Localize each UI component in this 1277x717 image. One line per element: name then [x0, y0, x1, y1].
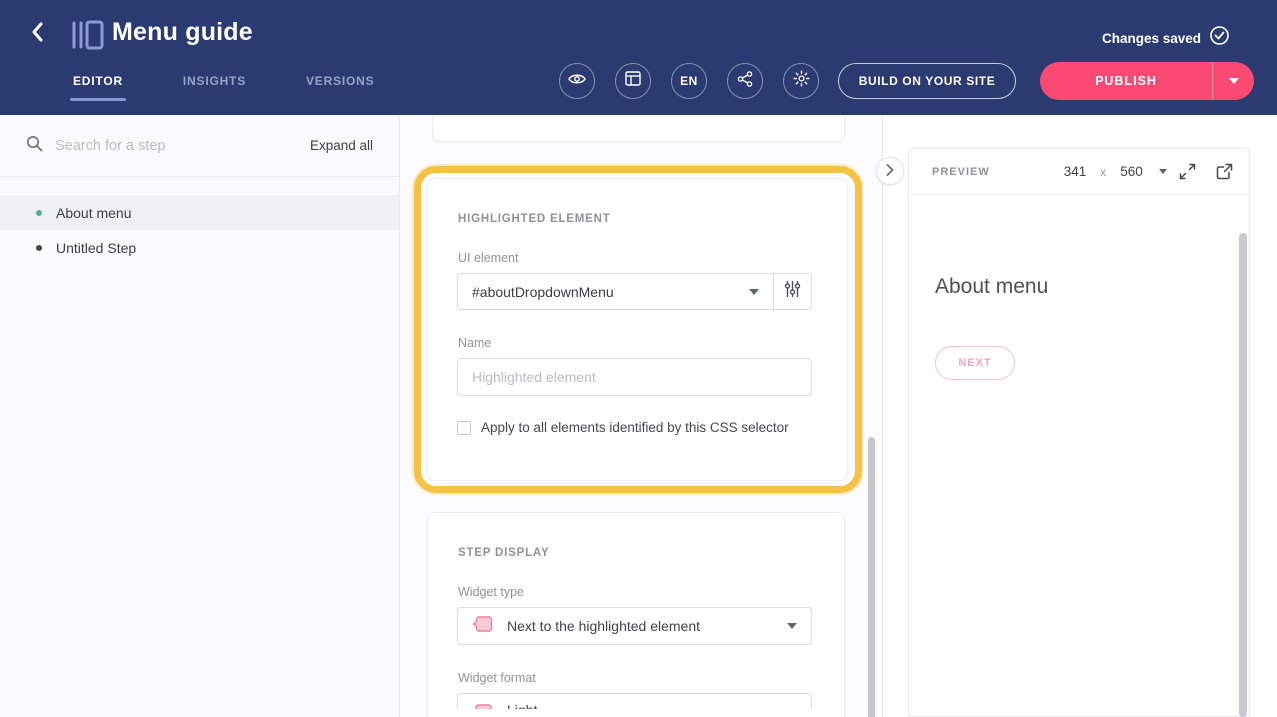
step-label: About menu — [56, 205, 132, 221]
app-window: Menu guide Changes saved EDITOR INSIGHTS… — [0, 0, 1277, 717]
header: Menu guide Changes saved EDITOR INSIGHTS… — [0, 0, 1277, 115]
save-status: Changes saved — [1102, 25, 1230, 51]
previous-settings-card-partial — [432, 115, 845, 142]
preview-step-title: About menu — [935, 275, 1048, 299]
expand-all-link[interactable]: Expand all — [310, 138, 373, 153]
next-button-label: NEXT — [958, 357, 991, 369]
back-button[interactable] — [26, 22, 50, 46]
layout-icon — [625, 71, 641, 91]
highlighted-element-card: HIGHLIGHTED ELEMENT UI element #aboutDro… — [427, 178, 848, 481]
tab-editor[interactable]: EDITOR — [70, 64, 126, 101]
step-search-input[interactable] — [55, 138, 310, 154]
apply-all-label: Apply to all elements identified by this… — [481, 420, 789, 435]
share-icon — [737, 71, 753, 92]
highlighted-element-card-highlight: HIGHLIGHTED ELEMENT UI element #aboutDro… — [414, 166, 862, 493]
preview-size-separator: x — [1100, 165, 1106, 179]
widget-type-select[interactable]: Next to the highlighted element — [457, 607, 812, 645]
step-item-untitled-step[interactable]: Untitled Step — [0, 230, 399, 265]
ui-element-control: #aboutDropdownMenu — [457, 273, 812, 310]
widget-type-label: Widget type — [458, 585, 844, 599]
chevron-right-icon — [886, 164, 894, 179]
apply-all-checkbox[interactable] — [457, 421, 471, 435]
element-name-input[interactable] — [457, 358, 812, 396]
layout-button[interactable] — [615, 63, 651, 99]
eye-icon — [568, 72, 586, 91]
preview-size-dropdown[interactable]: 341 x 560 — [1064, 164, 1167, 179]
chevron-down-icon — [1159, 169, 1167, 174]
preview-height-value: 560 — [1120, 164, 1143, 179]
widget-type-value: Next to the highlighted element — [507, 618, 773, 634]
share-button[interactable] — [727, 63, 763, 99]
publish-button[interactable]: PUBLISH — [1040, 62, 1212, 100]
preview-eye-button[interactable] — [559, 63, 595, 99]
language-badge: EN — [680, 74, 698, 88]
element-picker-button[interactable] — [773, 274, 811, 309]
publish-button-group: PUBLISH — [1040, 62, 1254, 100]
expand-preview-button[interactable] — [1179, 163, 1196, 180]
chevron-left-icon — [30, 22, 46, 47]
step-settings-panel: HIGHLIGHTED ELEMENT UI element #aboutDro… — [400, 115, 882, 717]
preview-header-icons — [1179, 163, 1233, 180]
header-tabs: EDITOR INSIGHTS VERSIONS — [70, 64, 377, 101]
apply-all-row: Apply to all elements identified by this… — [457, 420, 847, 435]
chevron-down-icon — [749, 289, 759, 295]
search-icon — [26, 135, 43, 157]
language-button[interactable]: EN — [671, 63, 707, 99]
page-title: Menu guide — [112, 18, 253, 47]
preview-width-value: 341 — [1064, 164, 1087, 179]
build-button-label: BUILD ON YOUR SITE — [859, 74, 996, 88]
preview-body: About menu NEXT — [909, 195, 1249, 717]
tooltip-widget-icon — [472, 614, 493, 639]
preview-next-button[interactable]: NEXT — [935, 346, 1015, 380]
main-scrollbar-thumb[interactable] — [868, 437, 875, 717]
preview-panel-title: PREVIEW — [932, 166, 990, 178]
guide-type-columns-icon — [70, 20, 104, 50]
panel-divider — [882, 115, 883, 717]
collapse-preview-button[interactable] — [876, 157, 904, 185]
settings-button[interactable] — [783, 63, 819, 99]
ui-element-label: UI element — [458, 251, 847, 265]
step-list: About menu Untitled Step — [0, 177, 399, 265]
widget-format-select[interactable]: Light — [457, 693, 812, 709]
widget-format-icon — [472, 702, 493, 709]
step-display-card: STEP DISPLAY Widget type Next to the hig… — [427, 512, 845, 717]
section-title: STEP DISPLAY — [458, 547, 844, 559]
section-title: HIGHLIGHTED ELEMENT — [458, 213, 847, 225]
check-circle-icon — [1209, 25, 1230, 51]
step-status-dot — [36, 210, 42, 216]
tab-versions[interactable]: VERSIONS — [303, 64, 377, 101]
gear-icon — [793, 70, 810, 92]
chevron-down-icon — [1229, 78, 1239, 84]
preview-header: PREVIEW 341 x 560 — [909, 149, 1249, 195]
name-label: Name — [458, 336, 847, 350]
tab-insights[interactable]: INSIGHTS — [180, 64, 249, 101]
publish-options-button[interactable] — [1212, 62, 1254, 100]
preview-scrollbar-thumb[interactable] — [1239, 233, 1247, 717]
publish-button-label: PUBLISH — [1095, 74, 1157, 88]
step-search-row: Expand all — [0, 115, 399, 177]
chevron-down-icon — [787, 623, 797, 629]
step-status-dot — [36, 245, 42, 251]
ui-element-select[interactable]: #aboutDropdownMenu — [458, 274, 773, 309]
widget-format-value: Light — [507, 702, 797, 709]
preview-panel: PREVIEW 341 x 560 About menu NEXT — [908, 148, 1250, 717]
ui-element-value: #aboutDropdownMenu — [472, 284, 749, 300]
save-status-text: Changes saved — [1102, 31, 1201, 46]
step-item-about-menu[interactable]: About menu — [0, 195, 399, 230]
widget-format-label: Widget format — [458, 671, 844, 685]
step-label: Untitled Step — [56, 240, 136, 256]
open-external-icon[interactable] — [1216, 163, 1233, 180]
build-on-your-site-button[interactable]: BUILD ON YOUR SITE — [838, 63, 1016, 99]
steps-sidebar: Expand all About menu Untitled Step — [0, 115, 400, 717]
sliders-icon — [784, 280, 801, 303]
